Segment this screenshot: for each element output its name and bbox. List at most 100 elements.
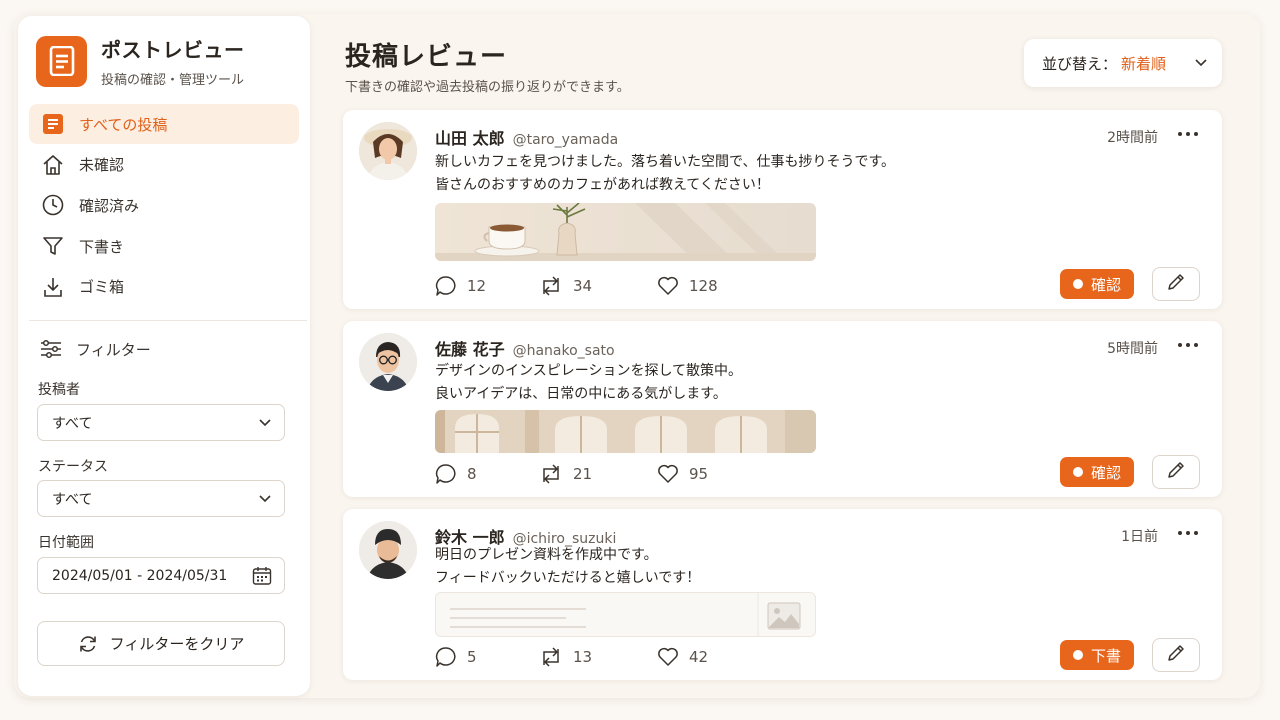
post-line: フィードバックいただけると嬉しいです！ xyxy=(435,570,701,586)
status-select[interactable]: すべて xyxy=(37,480,285,517)
author-select[interactable]: すべて xyxy=(37,404,285,441)
sidebar-divider xyxy=(29,320,307,321)
comment-icon xyxy=(435,275,457,297)
post-line: 明日のプレゼン資料を作成中です。 xyxy=(435,547,658,563)
app-title: ポストレビュー xyxy=(101,38,245,62)
comment-stat[interactable]: 5 xyxy=(435,646,539,668)
author-name[interactable]: 山田 太郎 xyxy=(435,125,505,149)
post-line: デザインのインスピレーションを探して散策中。 xyxy=(435,363,743,379)
calendar-icon[interactable] xyxy=(252,566,272,590)
clock-icon xyxy=(41,193,65,217)
sidebar-item-label: 下書き xyxy=(79,237,125,256)
post-body: 新しいカフェを見つけました。落ち着いた空間で、仕事も捗りそうです。 皆さんのおす… xyxy=(435,151,895,197)
chevron-down-icon xyxy=(1194,56,1208,74)
heart-icon xyxy=(657,647,679,667)
post-stats: 12 34 128 xyxy=(435,275,718,297)
post-image-cafe[interactable] xyxy=(435,203,816,261)
sidebar-item-unconfirmed[interactable]: 未確認 xyxy=(29,145,299,185)
comment-count: 8 xyxy=(467,465,477,483)
like-count: 95 xyxy=(689,465,709,483)
avatar xyxy=(359,521,417,579)
post-card: 佐藤 花子 @hanako_sato 5時間前 デザインのインスピレーションを探… xyxy=(343,321,1222,497)
sort-value: 新着順 xyxy=(1121,54,1167,73)
post-stats: 5 13 42 xyxy=(435,646,708,668)
chevron-down-icon xyxy=(258,492,272,510)
sidebar-item-label: 確認済み xyxy=(79,196,140,215)
edit-button[interactable] xyxy=(1152,638,1200,672)
like-stat[interactable]: 42 xyxy=(657,647,708,667)
heart-icon xyxy=(657,276,679,296)
sidebar-item-label: すべての投稿 xyxy=(79,115,168,134)
refresh-icon xyxy=(78,634,98,654)
clear-filters-button[interactable]: フィルターをクリア xyxy=(37,621,285,666)
author-handle[interactable]: @taro_yamada xyxy=(513,132,619,148)
post-image-arches[interactable] xyxy=(435,410,816,453)
avatar xyxy=(359,122,417,180)
author-select-value: すべて xyxy=(52,415,93,432)
like-count: 128 xyxy=(689,277,718,295)
more-options-icon[interactable] xyxy=(1170,335,1206,355)
comment-stat[interactable]: 8 xyxy=(435,463,539,485)
status-badge-label: 下書 xyxy=(1090,646,1121,665)
author-handle[interactable]: @hanako_sato xyxy=(513,343,615,359)
post-attachment-placeholder[interactable] xyxy=(435,592,816,637)
post-body: デザインのインスピレーションを探して散策中。 良いアイデアは、日常の中にある気が… xyxy=(435,360,742,406)
repost-icon xyxy=(539,647,563,667)
sort-label: 並び替え： xyxy=(1042,54,1118,73)
repost-count: 21 xyxy=(573,465,593,483)
post-time: 1日前 xyxy=(1121,529,1158,545)
post-card: 山田 太郎 @taro_yamada 2時間前 新しいカフェを見つけました。落ち… xyxy=(343,110,1222,309)
sidebar-item-drafts[interactable]: 下書き xyxy=(29,226,299,266)
status-badge-label: 確認 xyxy=(1090,275,1121,294)
post-body: 明日のプレゼン資料を作成中です。 フィードバックいただけると嬉しいです！ xyxy=(435,544,700,590)
sliders-icon xyxy=(40,337,64,361)
sidebar-nav: すべての投稿 未確認 確認済み 下書き ゴミ箱 xyxy=(29,104,299,307)
repost-stat[interactable]: 13 xyxy=(539,647,657,667)
page-title: 投稿レビュー xyxy=(345,42,508,72)
pencil-icon xyxy=(1166,272,1186,296)
status-badge-label: 確認 xyxy=(1090,463,1121,482)
download-icon xyxy=(41,275,65,299)
like-stat[interactable]: 128 xyxy=(657,276,718,296)
date-range-value: 2024/05/01 - 2024/05/31 xyxy=(52,567,228,584)
post-line: 良いアイデアは、日常の中にある気がします。 xyxy=(435,386,727,402)
sort-dropdown[interactable]: 並び替え： 新着順 xyxy=(1024,39,1222,87)
post-time: 2時間前 xyxy=(1107,130,1158,146)
status-dot xyxy=(1072,467,1083,477)
image-placeholder-icon xyxy=(767,602,801,634)
comment-stat[interactable]: 12 xyxy=(435,275,539,297)
repost-stat[interactable]: 21 xyxy=(539,464,657,484)
status-badge[interactable]: 下書 xyxy=(1060,640,1134,670)
heart-icon xyxy=(657,464,679,484)
more-options-icon[interactable] xyxy=(1170,523,1206,543)
avatar xyxy=(359,333,417,391)
author-name[interactable]: 佐藤 花子 xyxy=(435,336,505,360)
repost-stat[interactable]: 34 xyxy=(539,276,657,296)
status-filter-label: ステータス xyxy=(38,459,108,475)
more-options-icon[interactable] xyxy=(1170,124,1206,144)
sidebar-item-confirmed[interactable]: 確認済み xyxy=(29,185,299,225)
like-stat[interactable]: 95 xyxy=(657,464,708,484)
sidebar-item-trash[interactable]: ゴミ箱 xyxy=(29,267,299,307)
status-badge[interactable]: 確認 xyxy=(1060,269,1134,299)
sidebar-item-all-posts[interactable]: すべての投稿 xyxy=(29,104,299,144)
post-line: 皆さんのおすすめのカフェがあれば教えてください！ xyxy=(435,177,770,193)
brand: ポストレビュー 投稿の確認・管理ツール xyxy=(36,34,245,88)
status-dot xyxy=(1072,650,1083,660)
status-badge[interactable]: 確認 xyxy=(1060,457,1134,487)
chevron-down-icon xyxy=(258,416,272,434)
app-subtitle: 投稿の確認・管理ツール xyxy=(101,73,245,88)
clear-filters-label: フィルターをクリア xyxy=(109,635,245,653)
author-filter-label: 投稿者 xyxy=(38,382,80,398)
comment-count: 5 xyxy=(467,648,477,666)
post-time: 5時間前 xyxy=(1107,341,1158,357)
post-stats: 8 21 95 xyxy=(435,463,708,485)
post-line: 新しいカフェを見つけました。落ち着いた空間で、仕事も捗りそうです。 xyxy=(435,154,896,170)
page-subtitle: 下書きの確認や過去投稿の振り返りができます。 xyxy=(345,80,630,95)
date-range-input[interactable]: 2024/05/01 - 2024/05/31 xyxy=(37,557,285,594)
home-icon xyxy=(41,153,65,177)
edit-button[interactable] xyxy=(1152,267,1200,301)
edit-button[interactable] xyxy=(1152,455,1200,489)
pencil-icon xyxy=(1166,460,1186,484)
filter-heading: フィルター xyxy=(40,337,151,361)
